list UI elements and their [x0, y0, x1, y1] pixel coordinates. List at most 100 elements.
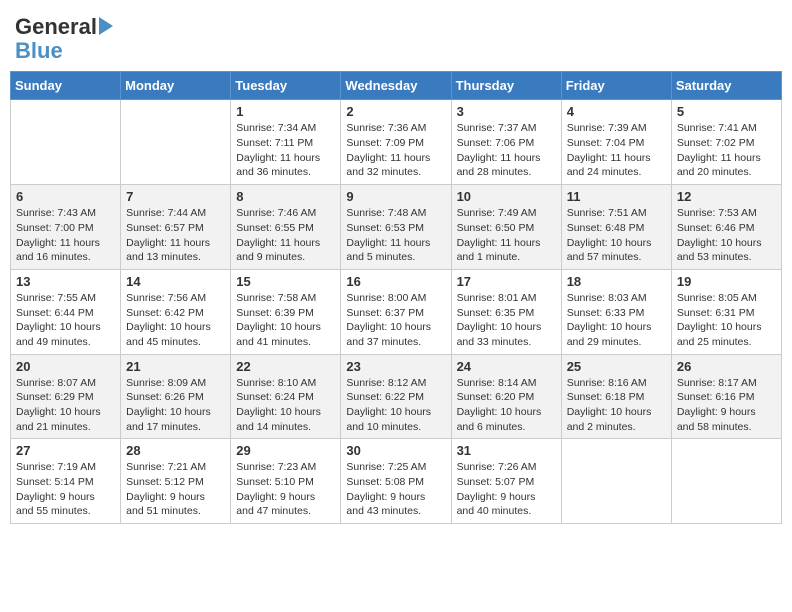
day-number: 10	[457, 189, 556, 204]
calendar-cell: 18 Sunrise: 8:03 AM Sunset: 6:33 PM Dayli…	[561, 269, 671, 354]
calendar-cell: 30 Sunrise: 7:25 AM Sunset: 5:08 PM Dayli…	[341, 439, 451, 524]
day-detail: Sunrise: 7:23 AM Sunset: 5:10 PM Dayligh…	[236, 460, 335, 519]
day-number: 27	[16, 443, 115, 458]
day-number: 9	[346, 189, 445, 204]
header-wednesday: Wednesday	[341, 72, 451, 100]
day-number: 16	[346, 274, 445, 289]
day-number: 8	[236, 189, 335, 204]
day-number: 31	[457, 443, 556, 458]
day-number: 21	[126, 359, 225, 374]
day-detail: Sunrise: 7:21 AM Sunset: 5:12 PM Dayligh…	[126, 460, 225, 519]
day-detail: Sunrise: 7:19 AM Sunset: 5:14 PM Dayligh…	[16, 460, 115, 519]
day-detail: Sunrise: 8:03 AM Sunset: 6:33 PM Dayligh…	[567, 291, 666, 350]
day-detail: Sunrise: 8:12 AM Sunset: 6:22 PM Dayligh…	[346, 376, 445, 435]
day-number: 29	[236, 443, 335, 458]
day-detail: Sunrise: 8:05 AM Sunset: 6:31 PM Dayligh…	[677, 291, 776, 350]
calendar-cell: 16 Sunrise: 8:00 AM Sunset: 6:37 PM Dayli…	[341, 269, 451, 354]
day-detail: Sunrise: 8:10 AM Sunset: 6:24 PM Dayligh…	[236, 376, 335, 435]
day-number: 1	[236, 104, 335, 119]
page-header: General Blue	[10, 10, 782, 63]
day-number: 26	[677, 359, 776, 374]
day-number: 19	[677, 274, 776, 289]
day-detail: Sunrise: 7:44 AM Sunset: 6:57 PM Dayligh…	[126, 206, 225, 265]
week-row-3: 20 Sunrise: 8:07 AM Sunset: 6:29 PM Dayli…	[11, 354, 782, 439]
day-number: 11	[567, 189, 666, 204]
day-detail: Sunrise: 7:51 AM Sunset: 6:48 PM Dayligh…	[567, 206, 666, 265]
calendar-cell: 13Sunrise: 7:55 AM Sunset: 6:44 PM Dayli…	[11, 269, 121, 354]
day-number: 24	[457, 359, 556, 374]
day-number: 5	[677, 104, 776, 119]
day-number: 25	[567, 359, 666, 374]
day-detail: Sunrise: 7:48 AM Sunset: 6:53 PM Dayligh…	[346, 206, 445, 265]
day-detail: Sunrise: 8:01 AM Sunset: 6:35 PM Dayligh…	[457, 291, 556, 350]
day-number: 3	[457, 104, 556, 119]
logo-text-blue: Blue	[15, 39, 63, 63]
day-detail: Sunrise: 7:37 AM Sunset: 7:06 PM Dayligh…	[457, 121, 556, 180]
header-friday: Friday	[561, 72, 671, 100]
calendar-cell	[671, 439, 781, 524]
day-detail: Sunrise: 7:34 AM Sunset: 7:11 PM Dayligh…	[236, 121, 335, 180]
week-row-1: 6Sunrise: 7:43 AM Sunset: 7:00 PM Daylig…	[11, 185, 782, 270]
day-number: 14	[126, 274, 225, 289]
week-row-2: 13Sunrise: 7:55 AM Sunset: 6:44 PM Dayli…	[11, 269, 782, 354]
day-detail: Sunrise: 7:26 AM Sunset: 5:07 PM Dayligh…	[457, 460, 556, 519]
day-detail: Sunrise: 8:16 AM Sunset: 6:18 PM Dayligh…	[567, 376, 666, 435]
calendar-cell: 5 Sunrise: 7:41 AM Sunset: 7:02 PM Daylig…	[671, 100, 781, 185]
calendar-cell: 9 Sunrise: 7:48 AM Sunset: 6:53 PM Daylig…	[341, 185, 451, 270]
day-detail: Sunrise: 7:41 AM Sunset: 7:02 PM Dayligh…	[677, 121, 776, 180]
day-number: 18	[567, 274, 666, 289]
calendar-cell: 3 Sunrise: 7:37 AM Sunset: 7:06 PM Daylig…	[451, 100, 561, 185]
calendar-body: 1 Sunrise: 7:34 AM Sunset: 7:11 PM Daylig…	[11, 100, 782, 524]
header-tuesday: Tuesday	[231, 72, 341, 100]
calendar-cell: 19 Sunrise: 8:05 AM Sunset: 6:31 PM Dayli…	[671, 269, 781, 354]
day-number: 4	[567, 104, 666, 119]
calendar-cell: 1 Sunrise: 7:34 AM Sunset: 7:11 PM Daylig…	[231, 100, 341, 185]
calendar-cell: 26 Sunrise: 8:17 AM Sunset: 6:16 PM Dayli…	[671, 354, 781, 439]
calendar-cell: 7 Sunrise: 7:44 AM Sunset: 6:57 PM Daylig…	[121, 185, 231, 270]
day-number: 30	[346, 443, 445, 458]
day-number: 2	[346, 104, 445, 119]
calendar-cell: 23Sunrise: 8:12 AM Sunset: 6:22 PM Dayli…	[341, 354, 451, 439]
calendar-cell	[11, 100, 121, 185]
calendar-cell: 15Sunrise: 7:58 AM Sunset: 6:39 PM Dayli…	[231, 269, 341, 354]
calendar-cell: 29 Sunrise: 7:23 AM Sunset: 5:10 PM Dayli…	[231, 439, 341, 524]
calendar-cell: 28 Sunrise: 7:21 AM Sunset: 5:12 PM Dayli…	[121, 439, 231, 524]
calendar-cell	[121, 100, 231, 185]
calendar-cell: 8 Sunrise: 7:46 AM Sunset: 6:55 PM Daylig…	[231, 185, 341, 270]
day-detail: Sunrise: 7:36 AM Sunset: 7:09 PM Dayligh…	[346, 121, 445, 180]
calendar-cell: 17 Sunrise: 8:01 AM Sunset: 6:35 PM Dayli…	[451, 269, 561, 354]
logo-arrow-icon	[99, 17, 113, 35]
day-detail: Sunrise: 7:56 AM Sunset: 6:42 PM Dayligh…	[126, 291, 225, 350]
day-detail: Sunrise: 8:07 AM Sunset: 6:29 PM Dayligh…	[16, 376, 115, 435]
day-number: 6	[16, 189, 115, 204]
calendar-header-row: SundayMondayTuesdayWednesdayThursdayFrid…	[11, 72, 782, 100]
calendar-cell: 14 Sunrise: 7:56 AM Sunset: 6:42 PM Dayli…	[121, 269, 231, 354]
day-detail: Sunrise: 7:46 AM Sunset: 6:55 PM Dayligh…	[236, 206, 335, 265]
day-number: 22	[236, 359, 335, 374]
week-row-0: 1 Sunrise: 7:34 AM Sunset: 7:11 PM Daylig…	[11, 100, 782, 185]
day-number: 17	[457, 274, 556, 289]
calendar-cell: 12Sunrise: 7:53 AM Sunset: 6:46 PM Dayli…	[671, 185, 781, 270]
day-number: 13	[16, 274, 115, 289]
calendar-cell: 22 Sunrise: 8:10 AM Sunset: 6:24 PM Dayli…	[231, 354, 341, 439]
day-detail: Sunrise: 8:00 AM Sunset: 6:37 PM Dayligh…	[346, 291, 445, 350]
day-number: 20	[16, 359, 115, 374]
calendar-cell: 21Sunrise: 8:09 AM Sunset: 6:26 PM Dayli…	[121, 354, 231, 439]
header-sunday: Sunday	[11, 72, 121, 100]
week-row-4: 27 Sunrise: 7:19 AM Sunset: 5:14 PM Dayli…	[11, 439, 782, 524]
day-detail: Sunrise: 8:14 AM Sunset: 6:20 PM Dayligh…	[457, 376, 556, 435]
calendar-cell: 31 Sunrise: 7:26 AM Sunset: 5:07 PM Dayli…	[451, 439, 561, 524]
logo-text-general: General	[15, 15, 97, 39]
day-number: 7	[126, 189, 225, 204]
calendar-cell: 27 Sunrise: 7:19 AM Sunset: 5:14 PM Dayli…	[11, 439, 121, 524]
calendar-cell: 2 Sunrise: 7:36 AM Sunset: 7:09 PM Daylig…	[341, 100, 451, 185]
header-monday: Monday	[121, 72, 231, 100]
day-detail: Sunrise: 7:39 AM Sunset: 7:04 PM Dayligh…	[567, 121, 666, 180]
day-detail: Sunrise: 7:25 AM Sunset: 5:08 PM Dayligh…	[346, 460, 445, 519]
calendar-cell: 11 Sunrise: 7:51 AM Sunset: 6:48 PM Dayli…	[561, 185, 671, 270]
calendar-cell: 24 Sunrise: 8:14 AM Sunset: 6:20 PM Dayli…	[451, 354, 561, 439]
day-detail: Sunrise: 8:17 AM Sunset: 6:16 PM Dayligh…	[677, 376, 776, 435]
calendar-cell	[561, 439, 671, 524]
calendar-cell: 10Sunrise: 7:49 AM Sunset: 6:50 PM Dayli…	[451, 185, 561, 270]
day-number: 28	[126, 443, 225, 458]
